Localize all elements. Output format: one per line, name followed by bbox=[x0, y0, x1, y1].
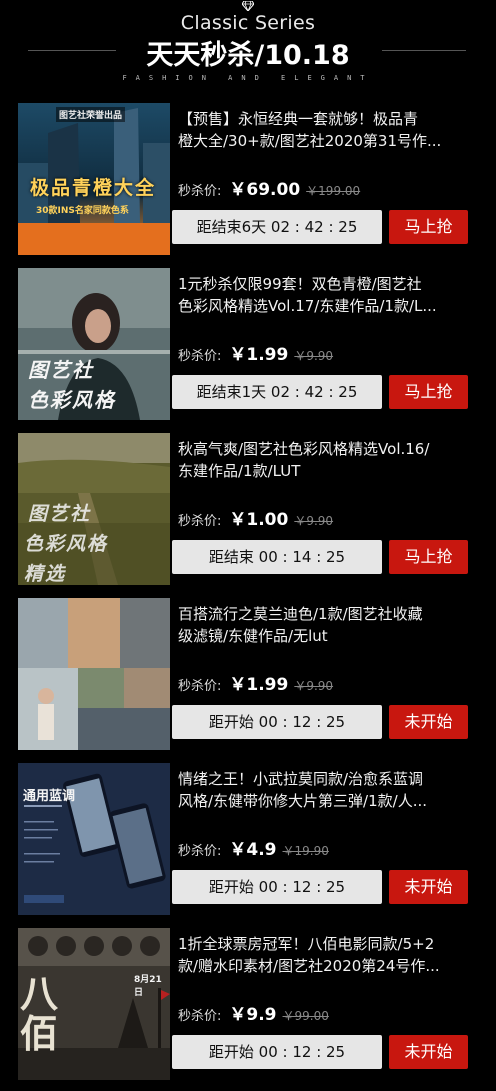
price-label: 秒杀价: bbox=[178, 844, 222, 859]
original-price: ￥9.90 bbox=[294, 679, 334, 693]
product-title[interactable]: 【预售】永恒经典一套就够！极品青 橙大全/30+款/图艺社2020第31号作..… bbox=[178, 108, 474, 152]
original-price: ￥199.00 bbox=[306, 184, 361, 198]
not-started-button[interactable]: 未开始 bbox=[389, 705, 468, 739]
thumb-date: 8月21日 bbox=[134, 975, 162, 998]
buy-now-button[interactable]: 马上抢 bbox=[389, 375, 468, 409]
sale-price: ￥9.9 bbox=[229, 1005, 277, 1025]
diamond-icon bbox=[242, 1, 254, 11]
thumb-line1: 图艺社 bbox=[28, 503, 92, 525]
product-title-line2: 款/赠水印素材/图艺社2020第24号作... bbox=[178, 957, 440, 975]
product-title-line2: 东建作品/1款/LUT bbox=[178, 462, 301, 480]
thumb-title: 极品青橙大全 bbox=[30, 177, 157, 199]
product-card[interactable]: 图艺社 色彩风格 精选 秋高气爽/图艺社色彩风格精选Vol.16/ 东建作品/1… bbox=[18, 433, 478, 585]
thumb-badge: 图艺社荣誉出品 bbox=[56, 107, 126, 122]
product-title-line1: 1元秒杀仅限99套！双色青橙/图艺社 bbox=[178, 275, 422, 293]
price-label: 秒杀价: bbox=[178, 349, 222, 364]
sale-price: ￥1.99 bbox=[229, 345, 289, 365]
product-title-line1: 1折全球票房冠军！八佰电影同款/5+2 bbox=[178, 935, 435, 953]
product-thumbnail[interactable]: 通用蓝调 bbox=[18, 763, 170, 915]
countdown-timer: 距结束 00 : 14 : 25 bbox=[172, 540, 382, 574]
price-row: 秒杀价: ￥4.9 ￥19.90 bbox=[178, 835, 329, 861]
price-row: 秒杀价: ￥1.99 ￥9.90 bbox=[178, 340, 333, 366]
thumb-line3: 精选 bbox=[24, 563, 67, 585]
price-row: 秒杀价: ￥69.00 ￥199.00 bbox=[178, 175, 360, 201]
product-title[interactable]: 秋高气爽/图艺社色彩风格精选Vol.16/ 东建作品/1款/LUT bbox=[178, 438, 474, 482]
price-row: 秒杀价: ￥1.99 ￥9.90 bbox=[178, 670, 333, 696]
original-price: ￥19.90 bbox=[282, 844, 329, 858]
thumb-title: 八佰 bbox=[20, 972, 59, 1056]
product-title-line2: 风格/东健带你修大片第三弹/1款/人... bbox=[178, 792, 428, 810]
product-card[interactable]: 通用蓝调 情绪之王！小武拉莫同款/治愈系蓝调 风格/东健带你修大片第三弹/1款/… bbox=[18, 763, 478, 915]
product-title-line2: 色彩风格精选Vol.17/东建作品/1款/L... bbox=[178, 297, 437, 315]
original-price: ￥99.00 bbox=[282, 1009, 329, 1023]
not-started-button[interactable]: 未开始 bbox=[389, 870, 468, 904]
thumb-line2: 色彩风格 bbox=[24, 533, 109, 555]
thumb-title: 通用蓝调 bbox=[23, 789, 76, 804]
page-header: Classic Series 天天秒杀/10.18 FASHION AND EL… bbox=[0, 0, 496, 100]
price-row: 秒杀价: ￥9.9 ￥99.00 bbox=[178, 1000, 329, 1026]
product-thumbnail[interactable]: 图艺社 色彩风格 精选 bbox=[18, 433, 170, 585]
product-card[interactable]: 八佰 8月21日 1折全球票房冠军！八佰电影同款/5+2 款/赠水印素材/图艺社… bbox=[18, 928, 478, 1080]
thumb-subtitle: 30款INS名家同款色系 bbox=[36, 206, 129, 216]
sale-price: ￥1.99 bbox=[229, 675, 289, 695]
price-row: 秒杀价: ￥1.00 ￥9.90 bbox=[178, 505, 333, 531]
sale-price: ￥1.00 bbox=[229, 510, 289, 530]
price-label: 秒杀价: bbox=[178, 514, 222, 529]
product-thumbnail[interactable]: 图艺社荣誉出品 极品青橙大全 30款INS名家同款色系 bbox=[18, 103, 170, 255]
page-title: 天天秒杀/10.18 bbox=[146, 40, 350, 71]
buy-now-button[interactable]: 马上抢 bbox=[389, 210, 468, 244]
product-title[interactable]: 1元秒杀仅限99套！双色青橙/图艺社 色彩风格精选Vol.17/东建作品/1款/… bbox=[178, 273, 474, 317]
product-title-line2: 级滤镜/东健作品/无lut bbox=[178, 627, 328, 645]
original-price: ￥9.90 bbox=[294, 514, 334, 528]
countdown-timer: 距结束1天 02 : 42 : 25 bbox=[172, 375, 382, 409]
price-label: 秒杀价: bbox=[178, 679, 222, 694]
product-title-line1: 情绪之王！小武拉莫同款/治愈系蓝调 bbox=[178, 770, 424, 788]
price-label: 秒杀价: bbox=[178, 184, 222, 199]
product-title-line1: 【预售】永恒经典一套就够！极品青 bbox=[178, 110, 419, 128]
divider-right bbox=[382, 50, 466, 51]
sale-price: ￥69.00 bbox=[229, 180, 301, 200]
sale-price: ￥4.9 bbox=[229, 840, 277, 860]
product-card[interactable]: 百搭流行之莫兰迪色/1款/图艺社收藏 级滤镜/东健作品/无lut 秒杀价: ￥1… bbox=[18, 598, 478, 750]
tagline: FASHION AND ELEGANT bbox=[122, 74, 374, 82]
product-title[interactable]: 1折全球票房冠军！八佰电影同款/5+2 款/赠水印素材/图艺社2020第24号作… bbox=[178, 933, 474, 977]
photo-collage-image bbox=[18, 598, 170, 750]
product-card[interactable]: 图艺社荣誉出品 极品青橙大全 30款INS名家同款色系 【预售】永恒经典一套就够… bbox=[18, 103, 478, 255]
product-thumbnail[interactable] bbox=[18, 598, 170, 750]
product-title[interactable]: 百搭流行之莫兰迪色/1款/图艺社收藏 级滤镜/东健作品/无lut bbox=[178, 603, 474, 647]
thumb-line2: 色彩风格 bbox=[28, 388, 116, 412]
countdown-timer: 距开始 00 : 12 : 25 bbox=[172, 1035, 382, 1069]
countdown-timer: 距开始 00 : 12 : 25 bbox=[172, 705, 382, 739]
countdown-timer: 距开始 00 : 12 : 25 bbox=[172, 870, 382, 904]
series-heading: Classic Series bbox=[180, 12, 316, 34]
product-thumbnail[interactable]: 图艺社 色彩风格 bbox=[18, 268, 170, 420]
buy-now-button[interactable]: 马上抢 bbox=[389, 540, 468, 574]
product-title-line2: 橙大全/30+款/图艺社2020第31号作... bbox=[178, 132, 442, 150]
product-title-line1: 百搭流行之莫兰迪色/1款/图艺社收藏 bbox=[178, 605, 423, 623]
price-label: 秒杀价: bbox=[178, 1009, 222, 1024]
countdown-timer: 距结束6天 02 : 42 : 25 bbox=[172, 210, 382, 244]
original-price: ￥9.90 bbox=[294, 349, 334, 363]
product-card[interactable]: 图艺社 色彩风格 1元秒杀仅限99套！双色青橙/图艺社 色彩风格精选Vol.17… bbox=[18, 268, 478, 420]
not-started-button[interactable]: 未开始 bbox=[389, 1035, 468, 1069]
thumb-line1: 图艺社 bbox=[28, 358, 94, 382]
product-thumbnail[interactable]: 八佰 8月21日 bbox=[18, 928, 170, 1080]
product-title[interactable]: 情绪之王！小武拉莫同款/治愈系蓝调 风格/东健带你修大片第三弹/1款/人... bbox=[178, 768, 474, 812]
product-title-line1: 秋高气爽/图艺社色彩风格精选Vol.16/ bbox=[178, 440, 430, 458]
